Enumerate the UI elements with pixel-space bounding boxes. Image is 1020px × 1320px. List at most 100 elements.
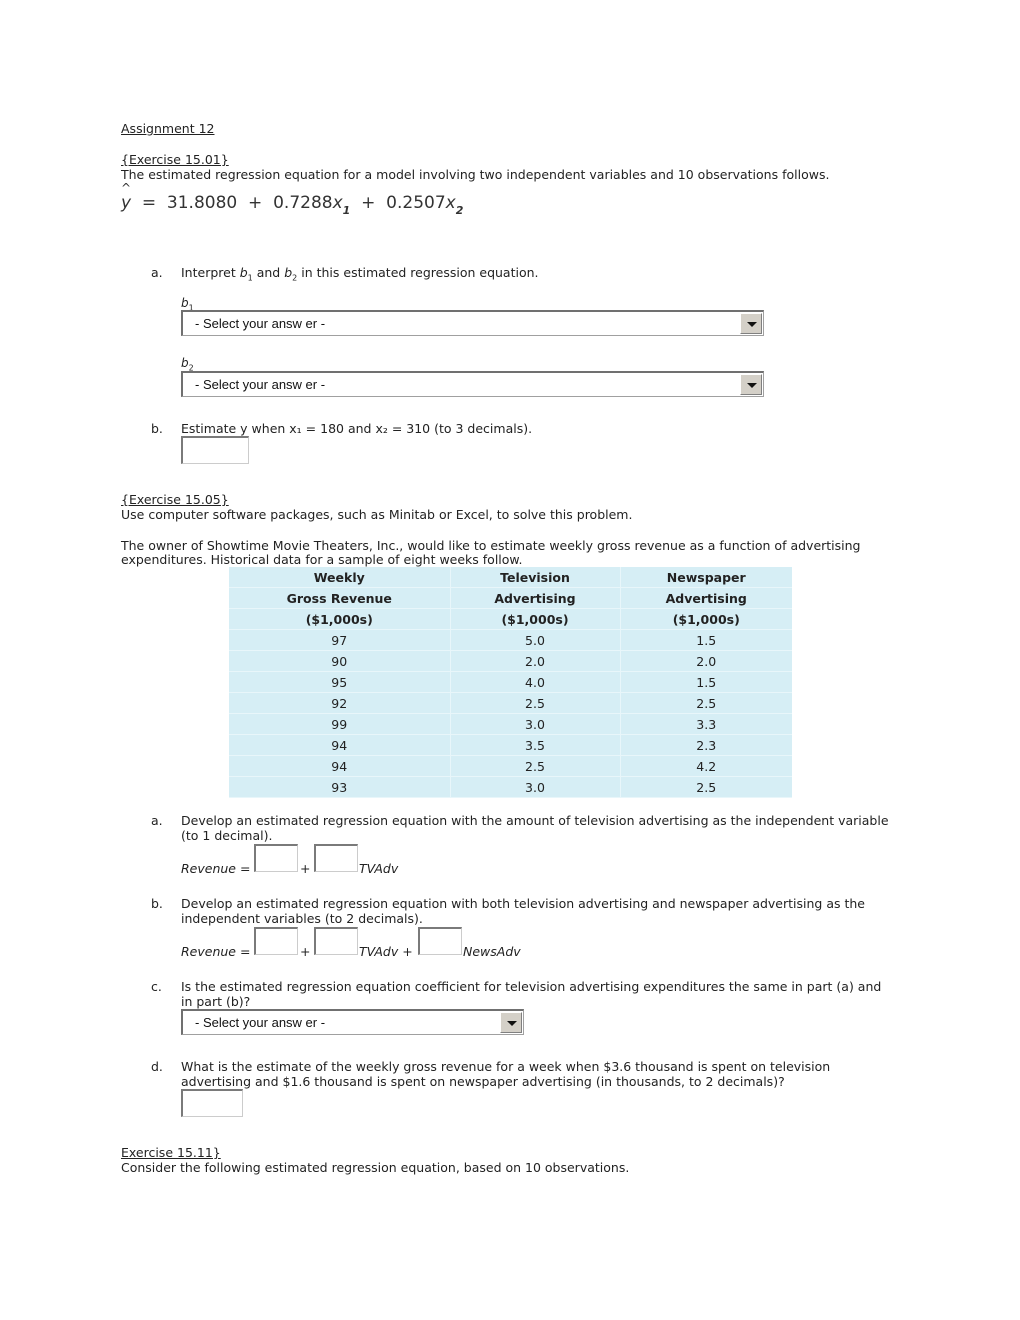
table-cell: 3.0 (450, 713, 621, 735)
exercise-15-05-heading: {Exercise 15.05} (121, 492, 229, 507)
ex2-question-letter-d: d. (151, 1059, 163, 1074)
ex2-question-c-text: Is the estimated regression equation coe… (181, 979, 881, 1009)
table-header-cell: Advertising (450, 587, 621, 609)
ex2-question-a-text: Develop an estimated regression equation… (181, 813, 889, 843)
table-cell: 2.5 (450, 755, 621, 777)
b2-answer-select[interactable]: - Select your answ er - (181, 371, 764, 397)
regression-equation: ^ y = 31.8080 + 0.7288x1 + 0.2507x2 (121, 181, 464, 217)
coefficient-same-select[interactable]: - Select your answ er - (181, 1009, 524, 1035)
table-cell: 3.0 (450, 776, 621, 798)
question-a-text: Interpret b1 and b2 in this estimated re… (181, 265, 539, 286)
ex2-question-b-text: Develop an estimated regression equation… (181, 896, 865, 926)
table-header-cell: Gross Revenue (229, 587, 451, 609)
ex2-qa-line1: Develop an estimated regression equation… (181, 813, 889, 828)
ex2-qd-line1: What is the estimate of the weekly gross… (181, 1059, 831, 1074)
b1-label-text: b (181, 296, 189, 310)
ex2-qa-tvadv-coef-input[interactable] (314, 844, 358, 872)
table-cell: 94 (229, 755, 451, 777)
exercise-15-11-intro: Consider the following estimated regress… (121, 1160, 630, 1175)
ex2-qb-newsadv-coef-input[interactable] (418, 927, 462, 955)
table-cell: 93 (229, 776, 451, 798)
table-cell: 95 (229, 671, 451, 693)
eq-x2: x (445, 193, 456, 213)
ex2-question-letter-a: a. (151, 813, 163, 828)
ex2-qb-revenue-label: Revenue = (181, 944, 251, 959)
question-b-text: Estimate y when x₁ = 180 and x₂ = 310 (t… (181, 421, 533, 436)
table-row: 93 3.0 2.5 (229, 776, 792, 798)
ex2-qa-plus: + (300, 861, 311, 876)
table-cell: 97 (229, 629, 451, 651)
table-row: 97 5.0 1.5 (229, 629, 792, 651)
table-cell: 2.5 (620, 692, 792, 714)
table-cell: 1.5 (620, 671, 792, 693)
table-cell: 4.0 (450, 671, 621, 693)
eq-y: y (121, 193, 132, 213)
ex2-qc-line1: Is the estimated regression equation coe… (181, 979, 882, 994)
table-header-cell: ($1,000s) (450, 608, 621, 630)
qa-text-post: in this estimated regression equation. (297, 265, 539, 280)
chevron-down-icon[interactable] (740, 374, 762, 395)
b1-answer-select[interactable]: - Select your answ er - (181, 310, 764, 336)
table-cell: 1.5 (620, 629, 792, 651)
question-letter-b: b. (151, 421, 163, 436)
eq-intercept: 31.8080 (166, 193, 238, 213)
table-row: 99 3.0 3.3 (229, 713, 792, 735)
eq-b1: 0.7288 (273, 193, 333, 213)
b1-select-value: - Select your answ er - (195, 316, 326, 331)
ex2-qa-tvadv-label: TVAdv (359, 861, 399, 876)
table-header-cell: Advertising (620, 587, 792, 609)
ex2-question-d-text: What is the estimate of the weekly gross… (181, 1059, 830, 1089)
question-letter-a: a. (151, 265, 163, 280)
table-row: 92 2.5 2.5 (229, 692, 792, 714)
table-header-cell: ($1,000s) (229, 608, 451, 630)
eq-x1: x (332, 193, 343, 213)
coefficient-same-select-value: - Select your answ er - (195, 1015, 326, 1030)
qa-mid: and (252, 265, 285, 280)
ex2-question-letter-b: b. (151, 896, 163, 911)
ex2-qd-line2: advertising and $1.6 thousand is spent o… (181, 1074, 785, 1089)
qa-b1: b (239, 265, 248, 280)
table-header-cell: Newspaper (620, 567, 792, 588)
table-header-cell: Weekly (229, 567, 451, 588)
exercise-15-01-intro: The estimated regression equation for a … (121, 167, 830, 182)
table-cell: 2.5 (450, 692, 621, 714)
table-cell: 94 (229, 734, 451, 756)
ex2-qb-tvadv-coef-input[interactable] (314, 927, 358, 955)
exercise-15-05-instruction: Use computer software packages, such as … (121, 507, 633, 522)
eq-x2-sub: 2 (455, 204, 464, 217)
ex2-qb-intercept-input[interactable] (254, 927, 298, 955)
table-cell: 2.0 (450, 650, 621, 672)
ex2-qb-newsadv-label: NewsAdv (463, 944, 521, 959)
ex2-qa-line2: (to 1 decimal). (181, 828, 273, 843)
b2-label-text: b (181, 356, 189, 370)
estimate-y-input[interactable] (181, 436, 249, 464)
revenue-estimate-input[interactable] (181, 1089, 243, 1117)
table-row: 94 3.5 2.3 (229, 734, 792, 756)
data-table: Weekly Television Newspaper Gross Revenue Ad… (229, 567, 792, 798)
ex2-qc-line2: in part (b)? (181, 994, 251, 1009)
table-cell: 3.5 (450, 734, 621, 756)
eq-x1-sub: 1 (342, 204, 351, 217)
ex2-question-letter-c: c. (151, 979, 162, 994)
table-cell: 2.3 (620, 734, 792, 756)
ex2-qb-plus: + (300, 944, 311, 959)
table-row: 90 2.0 2.0 (229, 650, 792, 672)
table-cell: 99 (229, 713, 451, 735)
exercise-15-11-heading: Exercise 15.11} (121, 1145, 221, 1160)
exercise-15-01-heading: {Exercise 15.01} (121, 152, 229, 167)
chevron-down-icon[interactable] (740, 313, 762, 334)
table-cell: 92 (229, 692, 451, 714)
b2-label: b2 (181, 356, 194, 372)
table-cell: 2.5 (620, 776, 792, 798)
chevron-down-icon[interactable] (500, 1012, 522, 1033)
table-header-cell: ($1,000s) (620, 608, 792, 630)
table-cell: 5.0 (450, 629, 621, 651)
table-cell: 2.0 (620, 650, 792, 672)
assignment-title: Assignment 12 (121, 121, 215, 136)
hat-symbol: ^ (121, 181, 132, 195)
exercise-15-05-intro-1: The owner of Showtime Movie Theaters, In… (121, 538, 861, 553)
table-header-cell: Television (450, 567, 621, 588)
table-cell: 4.2 (620, 755, 792, 777)
table-row: 94 2.5 4.2 (229, 755, 792, 777)
ex2-qa-intercept-input[interactable] (254, 844, 298, 872)
